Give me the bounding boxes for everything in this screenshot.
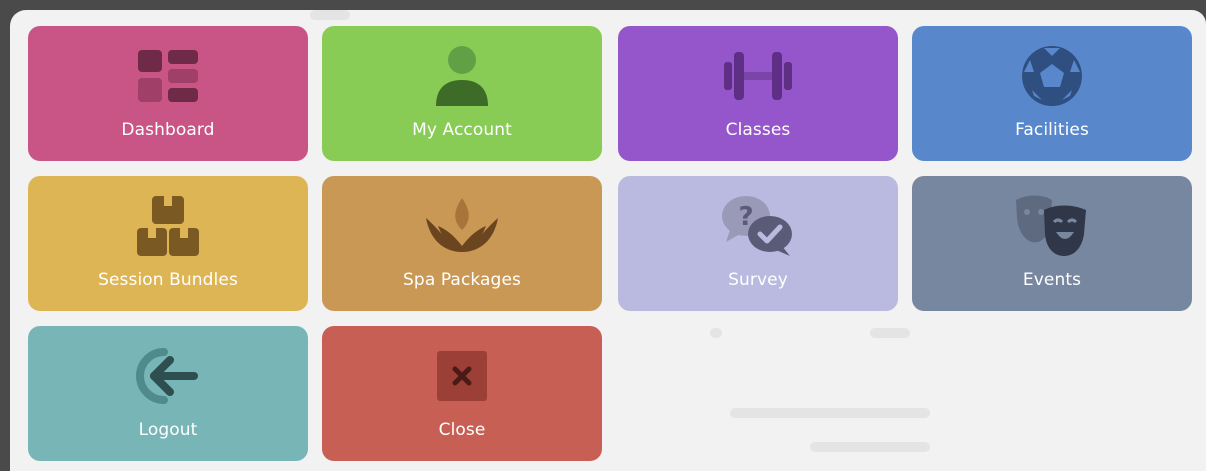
facilities-label: Facilities: [1015, 120, 1089, 140]
spa-packages-label: Spa Packages: [403, 270, 521, 290]
menu-grid: Dashboard My Account Classes Facilities …: [10, 10, 1206, 471]
dumbbell-icon: [720, 38, 796, 114]
logout-arrow-icon: [130, 338, 206, 414]
my-account-label: My Account: [412, 120, 512, 140]
events-tile[interactable]: Events: [912, 176, 1192, 311]
theater-masks-icon: [1014, 188, 1090, 264]
boxes-icon: [130, 188, 206, 264]
survey-label: Survey: [728, 270, 788, 290]
close-x-icon: [424, 338, 500, 414]
close-tile[interactable]: Close: [322, 326, 602, 461]
classes-label: Classes: [725, 120, 791, 140]
logout-tile[interactable]: Logout: [28, 326, 308, 461]
lotus-icon: [424, 188, 500, 264]
close-label: Close: [438, 420, 486, 440]
spa-packages-tile[interactable]: Spa Packages: [322, 176, 602, 311]
dashboard-tile[interactable]: Dashboard: [28, 26, 308, 161]
dashboard-label: Dashboard: [121, 120, 215, 140]
soccer-ball-icon: [1014, 38, 1090, 114]
events-label: Events: [1022, 270, 1082, 290]
chat-question-check-icon: ?: [720, 188, 796, 264]
my-account-tile[interactable]: My Account: [322, 26, 602, 161]
survey-tile[interactable]: ? Survey: [618, 176, 898, 311]
facilities-tile[interactable]: Facilities: [912, 26, 1192, 161]
session-bundles-tile[interactable]: Session Bundles: [28, 176, 308, 311]
session-bundles-label: Session Bundles: [98, 270, 238, 290]
dashboard-grid-icon: [130, 38, 206, 114]
menu-panel: Dashboard My Account Classes Facilities …: [10, 10, 1206, 471]
user-icon: [424, 38, 500, 114]
classes-tile[interactable]: Classes: [618, 26, 898, 161]
logout-label: Logout: [138, 420, 198, 440]
